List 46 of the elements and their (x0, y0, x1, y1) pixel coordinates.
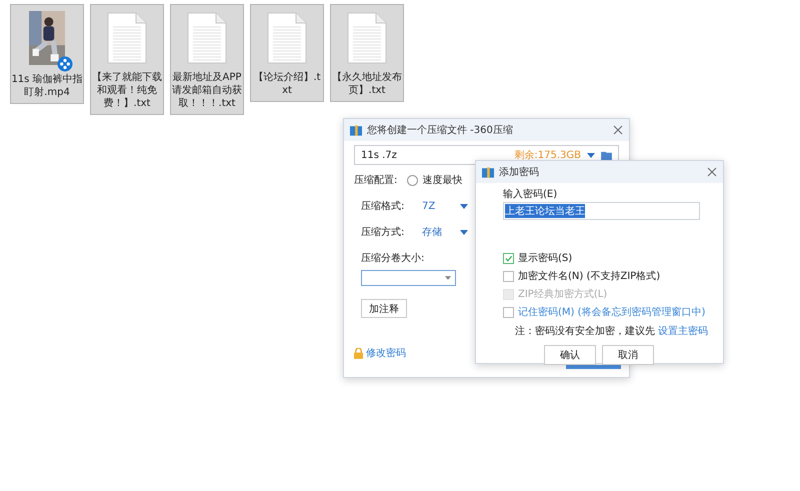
file-name: 【来了就能下载和观看！纯免费！】.txt (91, 71, 163, 110)
file-tile[interactable]: 【来了就能下载和观看！纯免费！】.txt (90, 4, 164, 115)
master-password-link[interactable]: 设置主密码 (658, 326, 708, 337)
film-reel-icon (57, 56, 73, 72)
setting-label: 压缩方式: (361, 226, 406, 239)
window-title: 您将创建一个压缩文件 -360压缩 (367, 124, 514, 137)
caret-icon[interactable] (460, 230, 468, 234)
file-name: 11s 瑜伽裤中指盯射.mp4 (11, 73, 83, 99)
profile-label: 压缩配置: (354, 174, 398, 187)
checkbox[interactable] (503, 252, 514, 264)
setting-dropdown[interactable]: 存储 (422, 225, 450, 239)
close-icon[interactable] (707, 167, 717, 177)
comment-button[interactable]: 加注释 (361, 299, 407, 318)
file-path: 11s .7z (361, 150, 398, 160)
file-tile[interactable]: 11s 瑜伽裤中指盯射.mp4 (10, 4, 84, 104)
archive-icon (350, 124, 362, 136)
caret-icon[interactable] (445, 276, 451, 280)
volume-label: 压缩分卷大小: (361, 252, 424, 265)
change-password-link[interactable]: 修改密码 (366, 346, 406, 360)
file-tile[interactable]: 【永久地址发布页】.txt (330, 4, 404, 102)
option-label[interactable]: 记住密码(M) (将会备忘到密码管理窗口中) (518, 305, 706, 319)
checkbox[interactable] (503, 306, 514, 318)
caret-icon[interactable] (460, 204, 468, 208)
dialog-button[interactable]: 取消 (602, 345, 654, 365)
dialog-button[interactable]: 确认 (544, 345, 596, 365)
password-field[interactable]: 上老王论坛当老王 (503, 202, 700, 220)
file-tile[interactable]: 最新地址及APP请发邮箱自动获取！！！.txt (170, 4, 244, 115)
checkbox[interactable] (503, 270, 514, 282)
password-label: 输入密码(E) (503, 188, 558, 201)
setting-dropdown[interactable]: 7Z (422, 200, 450, 212)
lock-icon (354, 348, 363, 358)
caret-icon[interactable] (587, 152, 595, 158)
option-label[interactable]: 显示密码(S) (518, 251, 572, 265)
setting-label: 压缩格式: (361, 200, 406, 213)
security-note: 注：密码没有安全加密，建议先 设置主密码 (515, 324, 710, 338)
close-icon[interactable] (613, 125, 623, 135)
option-label[interactable]: 加密文件名(N) (不支持ZIP格式) (518, 269, 660, 283)
volume-dropdown[interactable] (361, 270, 456, 286)
free-space: 剩余:175.3GB (514, 149, 581, 162)
archive-icon (482, 166, 494, 178)
file-name: 【永久地址发布页】.txt (331, 71, 403, 97)
file-name: 【论坛介绍】.txt (252, 71, 322, 97)
radio-button[interactable]: 速度最快 (407, 173, 462, 187)
file-tile[interactable]: 【论坛介绍】.txt (250, 4, 324, 102)
file-name: 最新地址及APP请发邮箱自动获取！！！.txt (171, 71, 243, 110)
window-title: 添加密码 (499, 166, 540, 179)
